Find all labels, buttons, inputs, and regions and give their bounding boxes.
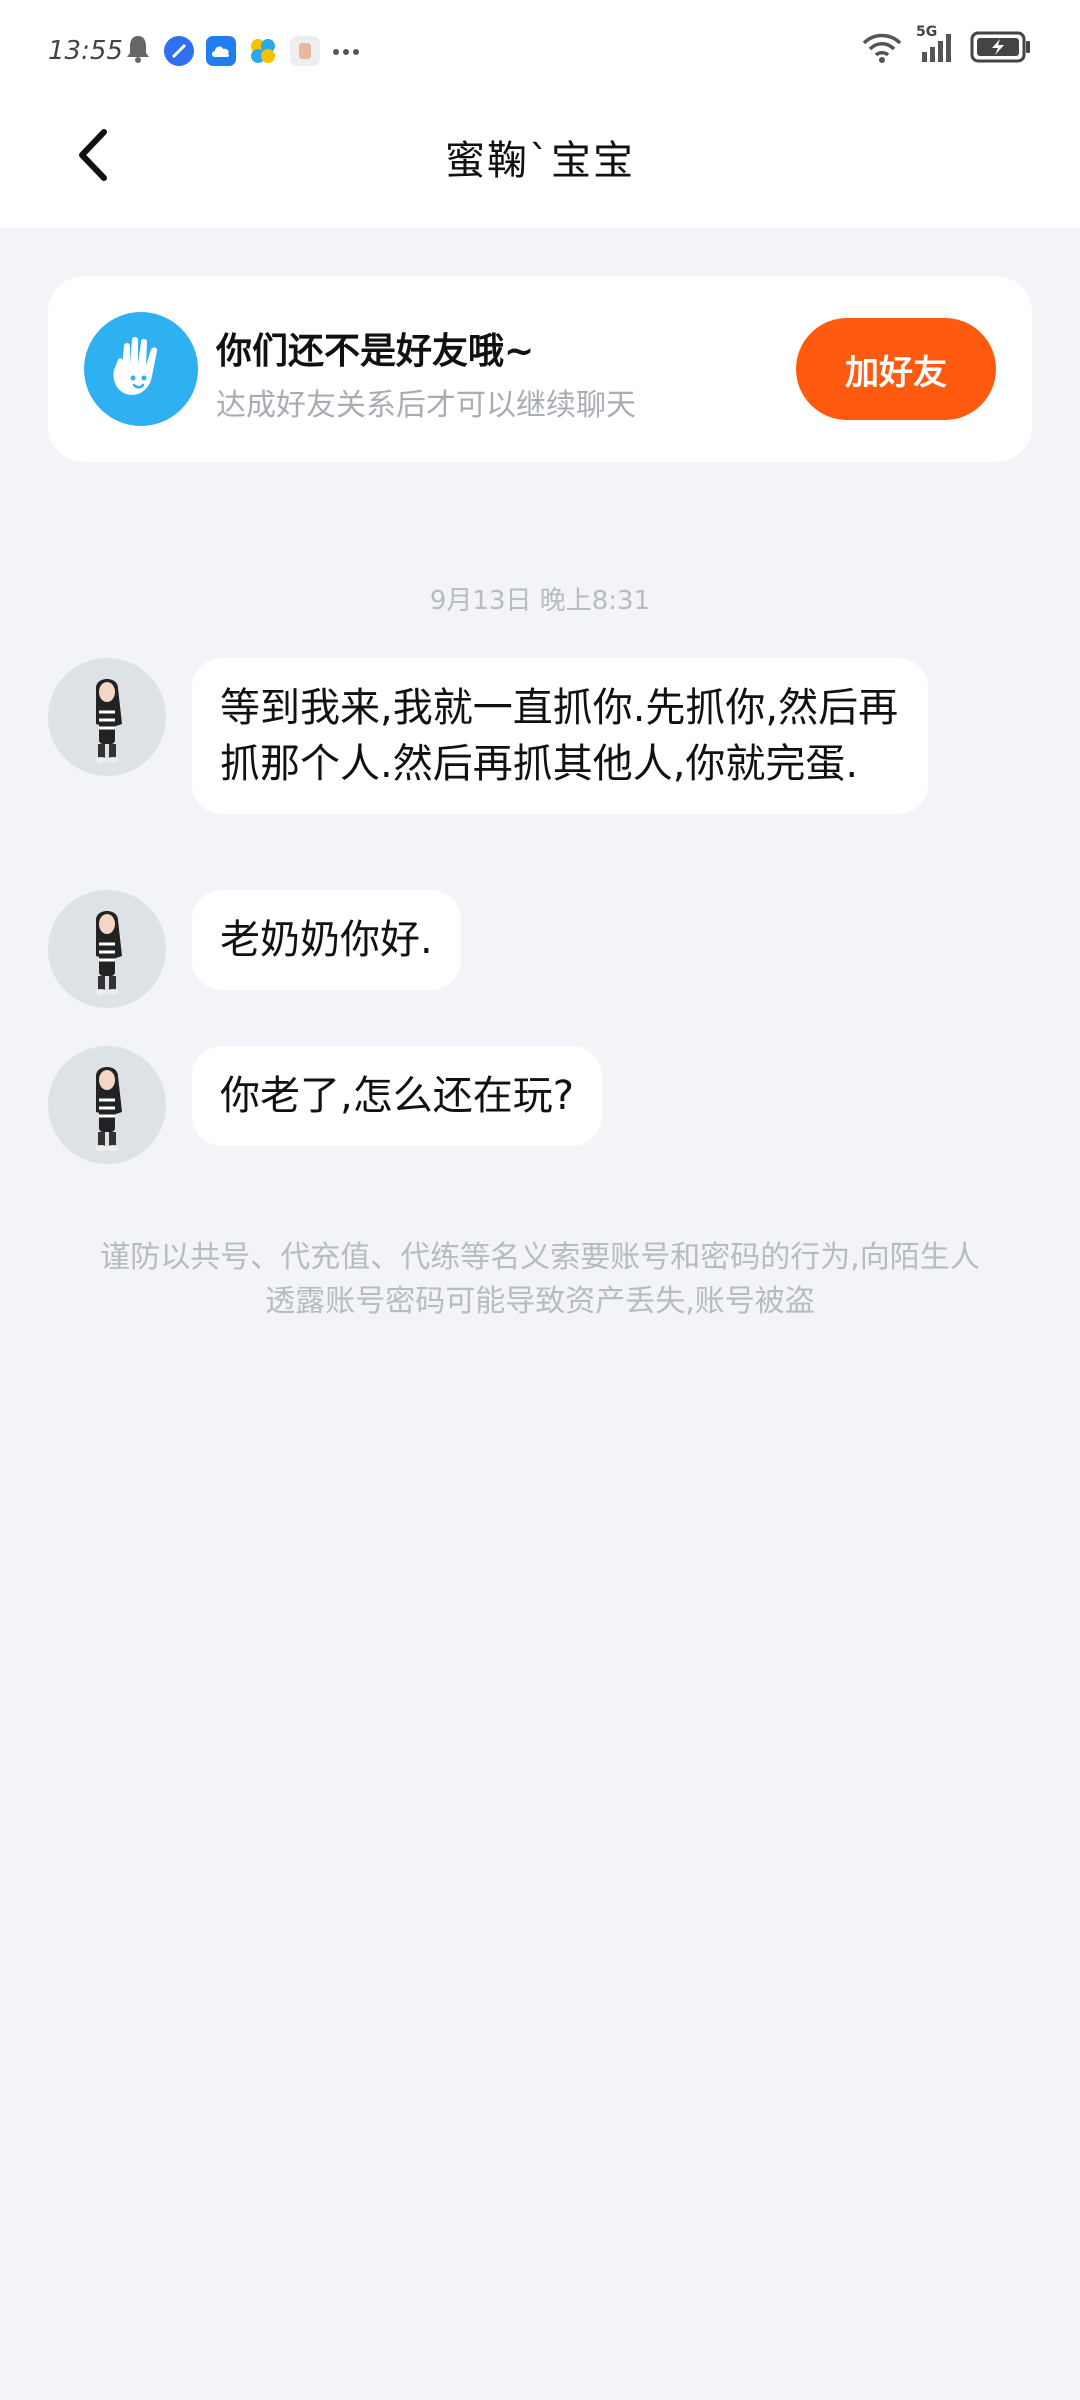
page-title: 蜜鞠`宝宝 — [445, 138, 635, 184]
safety-notice: 谨防以共号、代充值、代练等名义索要账号和密码的行为,向陌生人透露账号密码可能导致… — [100, 1240, 980, 1319]
avatar[interactable] — [48, 658, 166, 776]
cloud-icon — [206, 36, 236, 66]
not-friends-subtitle: 达成好友关系后才可以继续聊天 — [216, 388, 636, 423]
status-notification-icons — [124, 34, 360, 68]
friend-request-card: 你们还不是好友哦~ 达成好友关系后才可以继续聊天 加好友 — [48, 276, 1032, 462]
chat-header: 蜜鞠`宝宝 — [0, 100, 1080, 228]
bell-icon — [124, 34, 152, 68]
chat-timestamp: 9月13日 晚上8:31 — [429, 586, 651, 616]
pinwheel-icon — [248, 36, 278, 66]
browser-icon — [164, 36, 194, 66]
network-type: 5G — [916, 24, 938, 40]
battery-charging-icon — [970, 30, 1032, 68]
status-time: 13:55 — [48, 36, 123, 66]
app-icon — [290, 36, 320, 66]
message-row: 老奶奶你好. — [48, 890, 461, 1008]
message-bubble[interactable]: 等到我来,我就一直抓你.先抓你,然后再抓那个人.然后再抓其他人,你就完蛋. — [192, 658, 928, 814]
not-friends-title: 你们还不是好友哦~ — [216, 331, 535, 372]
status-system-icons: 5G — [862, 24, 1032, 68]
avatar[interactable] — [48, 1046, 166, 1164]
signal-icon: 5G — [916, 24, 956, 68]
avatar[interactable] — [48, 890, 166, 1008]
message-row: 等到我来,我就一直抓你.先抓你,然后再抓那个人.然后再抓其他人,你就完蛋. — [48, 658, 928, 814]
status-bar: 13:55 5G — [0, 0, 1080, 100]
message-bubble[interactable]: 老奶奶你好. — [192, 890, 461, 990]
add-friend-button[interactable]: 加好友 — [796, 318, 996, 420]
waving-hand-icon — [84, 312, 198, 426]
wifi-icon — [862, 31, 902, 67]
message-row: 你老了,怎么还在玩? — [48, 1046, 602, 1164]
message-bubble[interactable]: 你老了,怎么还在玩? — [192, 1046, 602, 1146]
more-dots-icon — [332, 42, 360, 61]
